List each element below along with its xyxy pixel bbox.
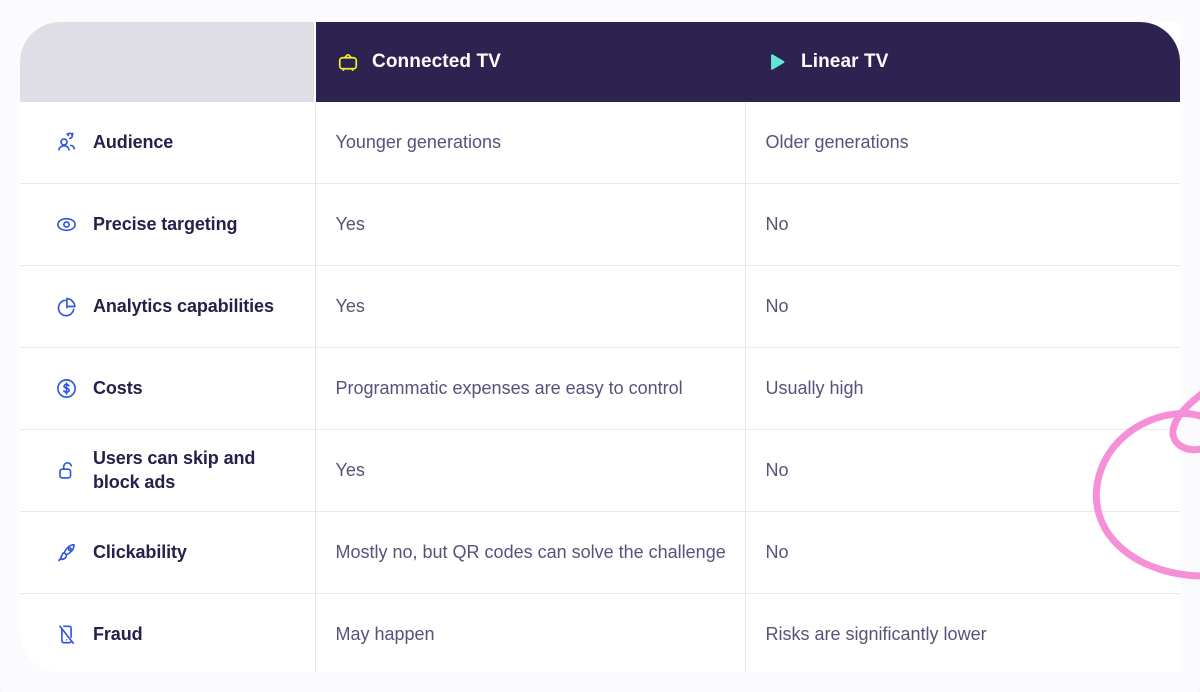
cell-connected-tv: May happen (314, 593, 745, 672)
row-label-cell: Costs (20, 347, 315, 430)
comparison-table-page: Connected TV Linear TV Audience Younger … (0, 0, 1200, 692)
row-label-text: Analytics capabilities (93, 295, 274, 316)
row-label-text: Clickability (93, 541, 187, 562)
row-label-cell: Audience (20, 102, 315, 184)
cell-connected-tv: Mostly no, but QR codes can solve the ch… (314, 511, 745, 594)
tv-icon (336, 50, 360, 74)
cell-linear-tv: No (744, 511, 1180, 594)
row-label-cell: Clickability (20, 511, 315, 594)
table-header: Connected TV Linear TV (20, 22, 1180, 102)
header-cell-blank (20, 22, 315, 102)
table-row: Audience Younger generations Older gener… (20, 102, 1180, 184)
table-row: Clickability Mostly no, but QR codes can… (20, 511, 1180, 594)
table-row: Precise targeting Yes No (20, 183, 1180, 266)
cell-linear-tv: Older generations (744, 102, 1180, 184)
cell-linear-tv: Usually high (744, 347, 1180, 430)
cell-connected-tv: Younger generations (314, 102, 745, 184)
row-label-text: Users can skip and block ads (93, 448, 256, 492)
header-label-connected-tv: Connected TV (372, 51, 501, 72)
header-cell-connected-tv: Connected TV (314, 22, 745, 102)
cell-linear-tv: No (744, 429, 1180, 512)
cell-linear-tv: Risks are significantly lower (744, 593, 1180, 672)
pie-chart-icon (54, 294, 79, 319)
row-label-text: Fraud (93, 623, 143, 644)
table-row: Users can skip and block ads Yes No (20, 429, 1180, 512)
row-label-cell: Precise targeting (20, 183, 315, 266)
table-body: Audience Younger generations Older gener… (20, 102, 1180, 672)
cell-connected-tv: Yes (314, 265, 745, 348)
row-label-cell: Fraud (20, 593, 315, 672)
cell-connected-tv: Yes (314, 429, 745, 512)
header-row: Connected TV Linear TV (20, 22, 1180, 102)
row-label-cell: Analytics capabilities (20, 265, 315, 348)
table-row: Fraud May happen Risks are significantly… (20, 593, 1180, 672)
unlock-icon (54, 458, 79, 483)
comparison-table-card: Connected TV Linear TV Audience Younger … (20, 22, 1180, 672)
play-icon (765, 50, 789, 74)
row-label-text: Precise targeting (93, 213, 238, 234)
users-icon (54, 130, 79, 155)
header-label-linear-tv: Linear TV (801, 51, 889, 72)
cell-linear-tv: No (744, 265, 1180, 348)
eye-icon (54, 212, 79, 237)
row-label-text: Audience (93, 131, 174, 152)
rocket-icon (54, 540, 79, 565)
dollar-circle-icon (54, 376, 79, 401)
cell-linear-tv: No (744, 183, 1180, 266)
header-cell-linear-tv: Linear TV (745, 22, 1180, 102)
cell-connected-tv: Programmatic expenses are easy to contro… (314, 347, 745, 430)
row-label-text: Costs (93, 377, 143, 398)
phone-off-icon (54, 622, 79, 647)
cell-connected-tv: Yes (314, 183, 745, 266)
comparison-table: Connected TV Linear TV Audience Younger … (20, 22, 1180, 672)
table-row: Analytics capabilities Yes No (20, 265, 1180, 348)
row-label-cell: Users can skip and block ads (20, 429, 315, 512)
table-row: Costs Programmatic expenses are easy to … (20, 347, 1180, 430)
